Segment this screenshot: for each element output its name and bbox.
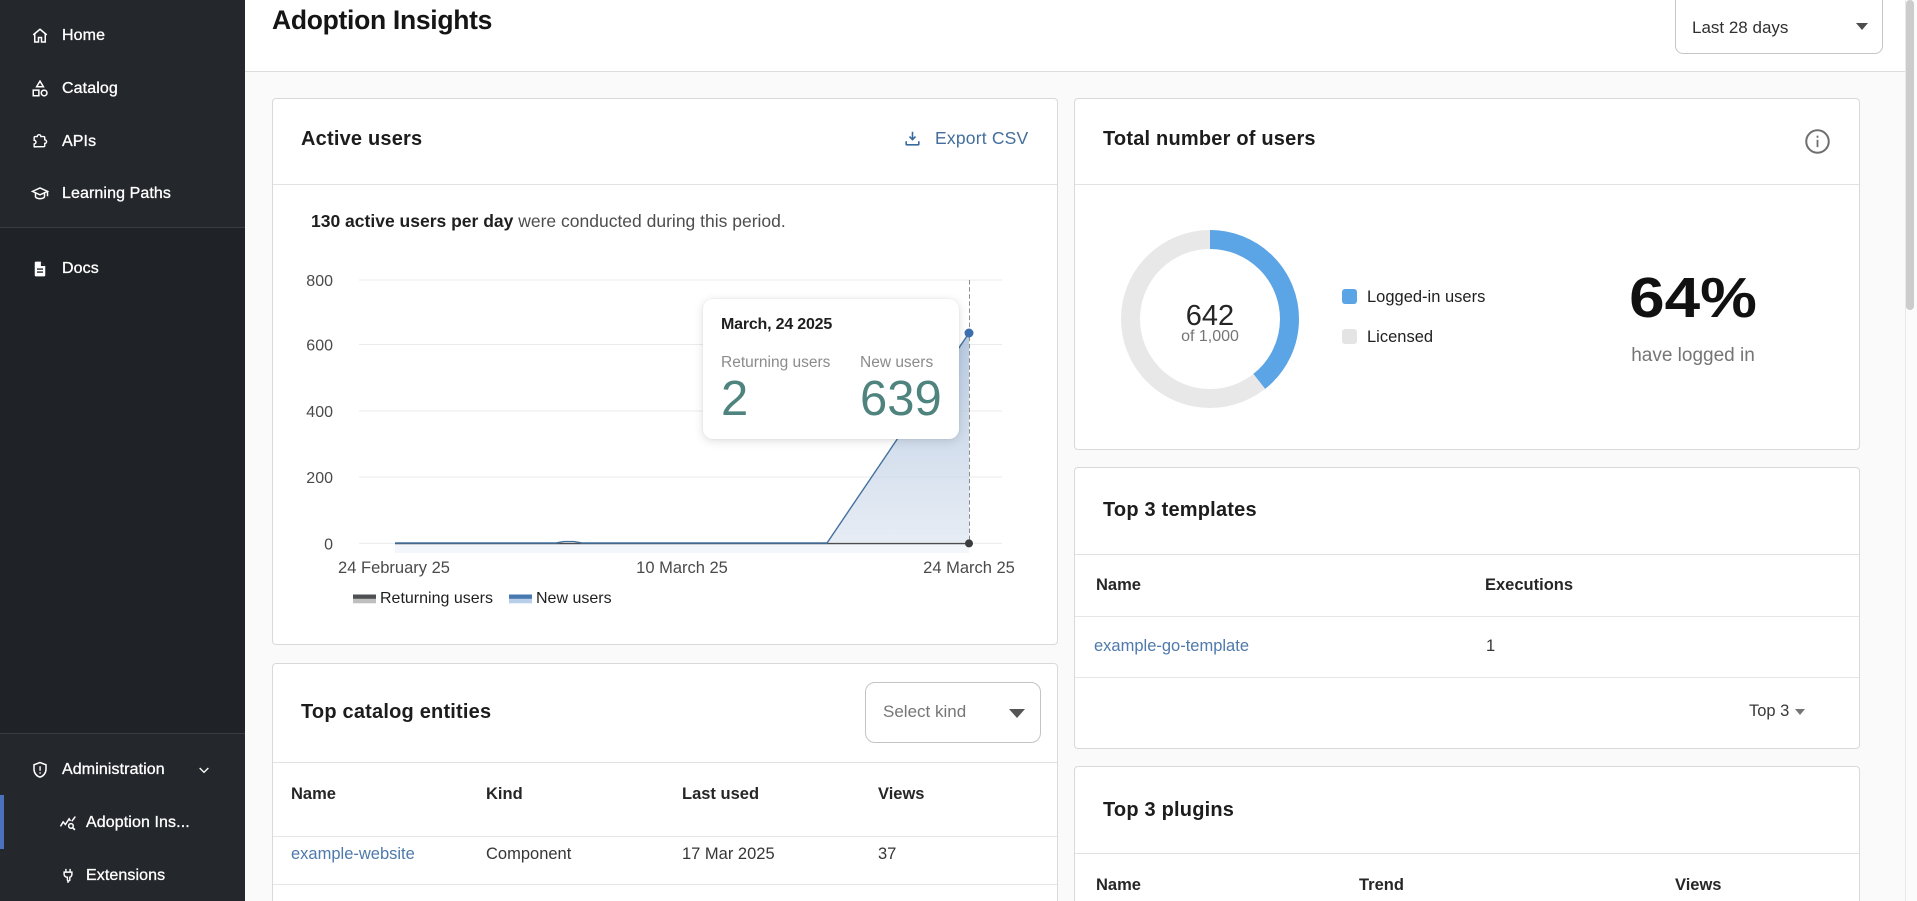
svg-text:400: 400	[306, 404, 333, 421]
svg-text:200: 200	[306, 470, 333, 487]
svg-text:10 March 25: 10 March 25	[636, 559, 728, 577]
svg-text:800: 800	[306, 273, 333, 290]
svg-text:600: 600	[306, 338, 333, 355]
svg-text:0: 0	[324, 536, 333, 553]
svg-text:Returning users: Returning users	[380, 590, 493, 607]
svg-text:New users: New users	[536, 590, 612, 607]
svg-text:24 March 25: 24 March 25	[923, 559, 1015, 577]
svg-text:24 February 25: 24 February 25	[338, 559, 450, 577]
